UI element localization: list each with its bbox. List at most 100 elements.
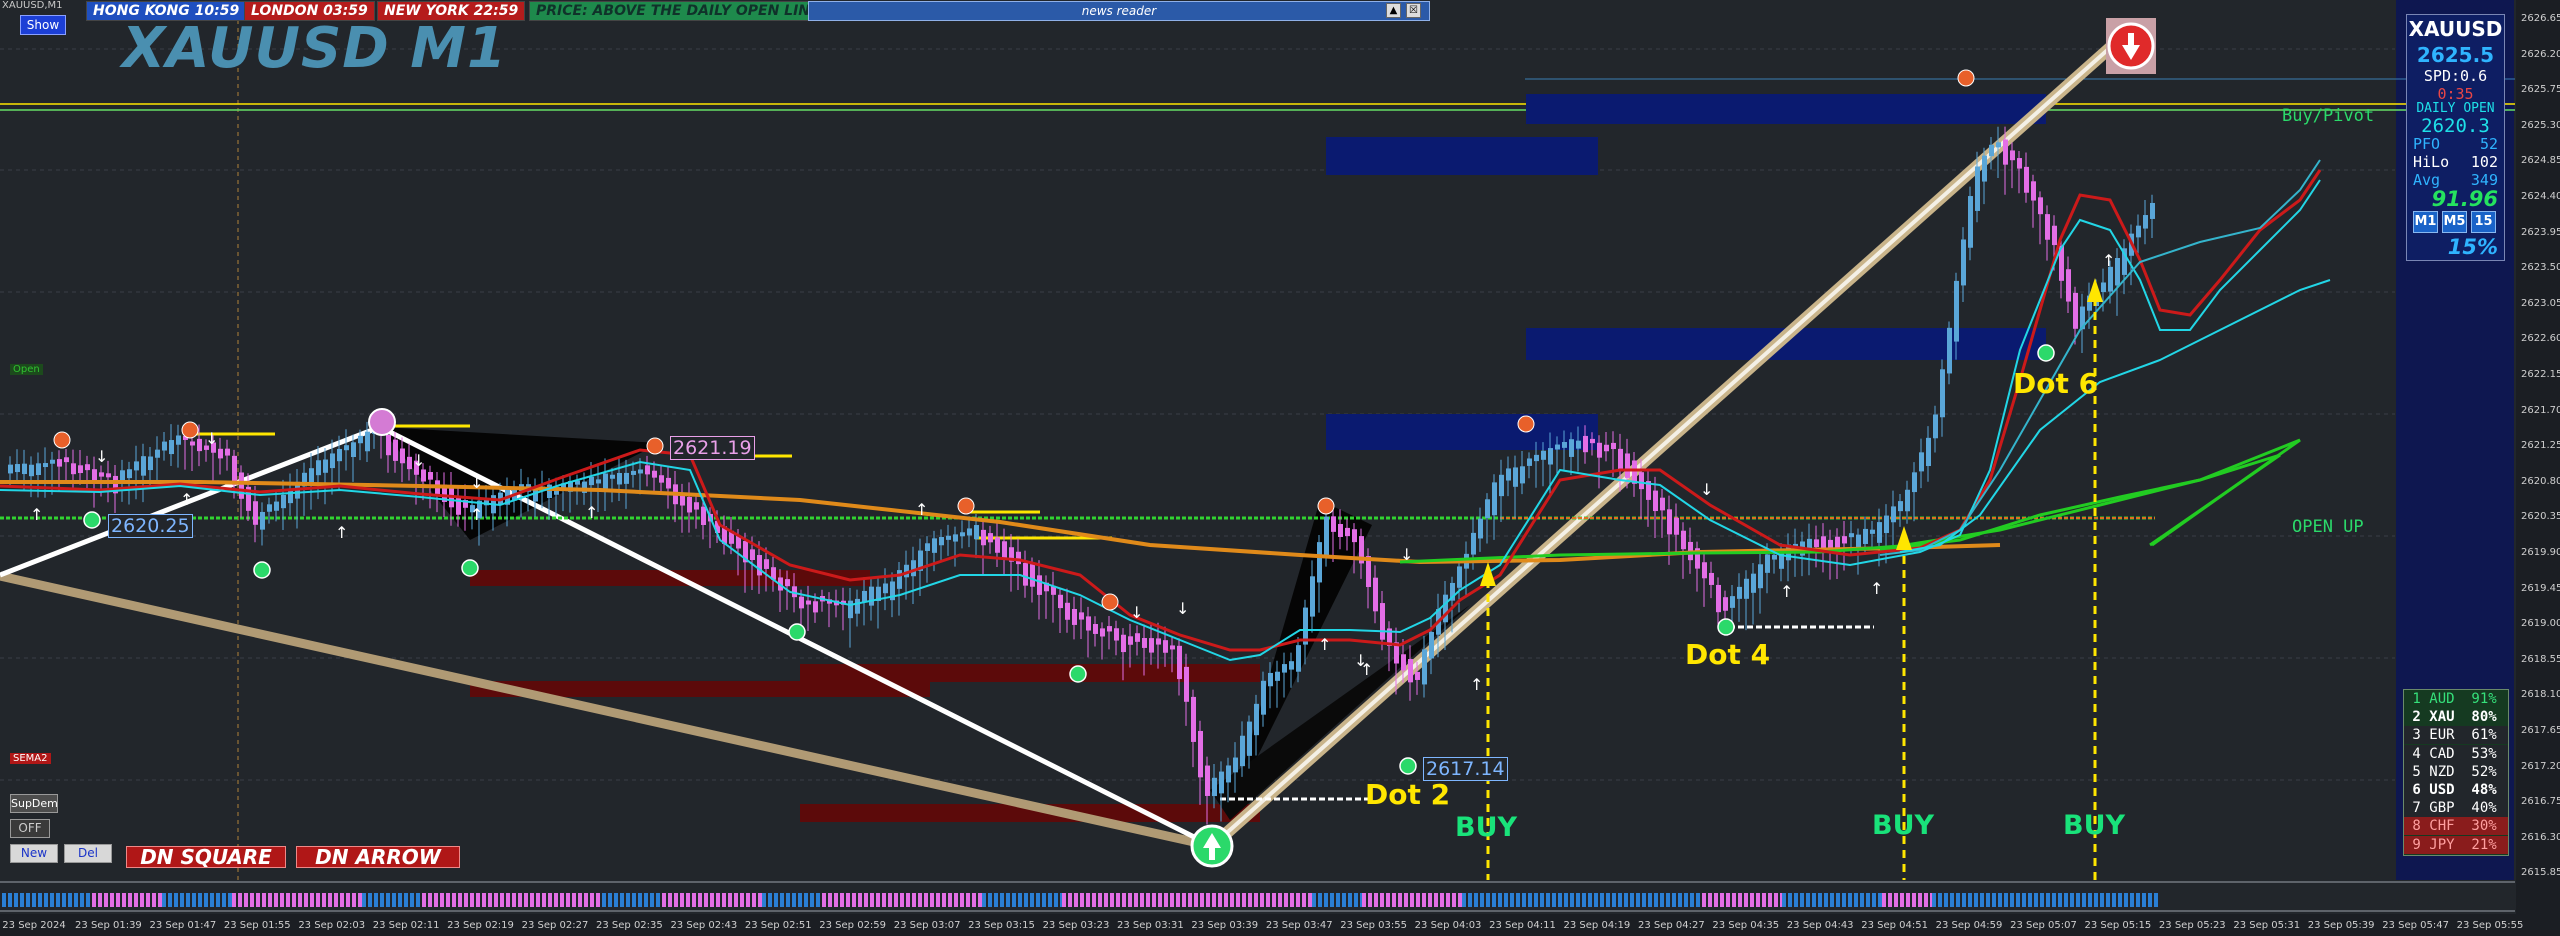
histogram-bar — [1062, 893, 1066, 907]
histogram-bar — [328, 893, 332, 907]
timeframe-m1-button[interactable]: M1 — [2413, 211, 2438, 233]
histogram-bar — [362, 893, 366, 907]
y-axis-tick: 2619.90 — [2521, 547, 2560, 558]
trend-line-tan — [0, 571, 1213, 851]
histogram-bar — [876, 893, 880, 907]
histogram-bar — [798, 893, 802, 907]
down-arrow-icon: ↓ — [95, 447, 108, 466]
dn-square-button[interactable]: DN SQUARE — [126, 846, 286, 868]
histogram-bar — [134, 893, 138, 907]
candle-body — [1135, 633, 1140, 642]
histogram-bar — [158, 893, 162, 907]
candle-body — [1261, 680, 1266, 715]
show-button[interactable]: Show — [20, 15, 66, 35]
supdem-button[interactable]: SupDem — [10, 794, 58, 813]
up-arrow-icon: ↑ — [335, 523, 348, 542]
timeframe-m15-button[interactable]: 15 — [2471, 211, 2496, 233]
candle-body — [659, 475, 664, 483]
x-axis-tick: 23 Sep 02:27 — [521, 920, 589, 931]
candle-body — [2038, 197, 2043, 215]
swing-high-dot — [646, 437, 664, 455]
histogram-bar — [340, 893, 344, 907]
histogram-bar — [1768, 893, 1772, 907]
histogram-bar — [668, 893, 672, 907]
candle-body — [1156, 638, 1161, 645]
chart-window[interactable]: ↓↓↓↓↓↓↓↓↓↓↑↑↑↑↑↑↑↑↑↑↑↑ XAUUSD,M1 Show HO… — [0, 0, 2560, 936]
candle-body — [1702, 562, 1707, 579]
histogram-bar — [1648, 893, 1652, 907]
histogram-bar — [298, 893, 302, 907]
candle-body — [1184, 666, 1189, 702]
histogram-bar — [1756, 893, 1760, 907]
histogram-bar — [1612, 893, 1616, 907]
histogram-bar — [1998, 893, 2002, 907]
candle-body — [603, 473, 608, 489]
candle-body — [1940, 369, 1945, 418]
candle-body — [1191, 696, 1196, 742]
histogram-bar — [2010, 893, 2014, 907]
currency-strength-row: 1 AUD 91% — [2404, 690, 2508, 708]
candle-body — [134, 461, 139, 471]
histogram-bar — [1636, 893, 1640, 907]
candle-body — [1667, 509, 1672, 535]
y-axis-tick: 2623.05 — [2521, 297, 2560, 309]
swing-high-dot — [1317, 497, 1335, 515]
candle-body — [1219, 771, 1224, 794]
x-axis-tick: 23 Sep 05:55 — [2456, 920, 2524, 931]
candle-body — [197, 438, 202, 452]
candle-body — [2024, 166, 2029, 193]
histogram-bar — [8, 893, 12, 907]
price-status-banner: PRICE: ABOVE THE DAILY OPEN LINE — [529, 1, 827, 21]
candle-body — [981, 529, 986, 546]
candle-body — [638, 469, 643, 474]
candle-body — [281, 494, 286, 509]
candle-body — [2150, 202, 2155, 219]
histogram-bar — [1312, 893, 1316, 907]
y-axis-tick: 2626.20 — [2521, 48, 2560, 60]
histogram-bar — [1086, 893, 1090, 907]
new-button[interactable]: New — [10, 844, 58, 863]
x-axis-tick: 23 Sep 02:03 — [298, 920, 366, 931]
histogram-bar — [1642, 893, 1646, 907]
off-toggle[interactable]: OFF — [10, 819, 50, 838]
histogram-bar — [358, 893, 362, 907]
collapse-icon[interactable]: ▲ — [1386, 3, 1401, 18]
y-axis-tick: 2625.75 — [2521, 84, 2560, 96]
histogram-bar — [774, 893, 778, 907]
candle-body — [897, 570, 902, 589]
candle-body — [1653, 490, 1658, 512]
currency-strength-row: 9 JPY 21% — [2404, 835, 2508, 854]
histogram-bar — [1750, 893, 1754, 907]
histogram-bar — [198, 893, 202, 907]
currency-strength-row: 5 NZD 52% — [2404, 762, 2508, 781]
x-axis-tick: 23 Sep 05:23 — [2158, 920, 2226, 931]
candle-body — [806, 600, 811, 605]
candle-body — [610, 474, 615, 479]
histogram-bar — [374, 893, 378, 907]
histogram-bar — [1474, 893, 1478, 907]
candle-body — [799, 596, 804, 609]
delete-button[interactable]: Del — [64, 844, 112, 863]
histogram-bar — [1206, 893, 1210, 907]
news-reader-bar[interactable]: news reader — [808, 1, 1430, 21]
down-arrow-icon: ↓ — [470, 473, 483, 492]
timeframe-m5-button[interactable]: M5 — [2442, 211, 2467, 233]
price-chart[interactable]: ↓↓↓↓↓↓↓↓↓↓↑↑↑↑↑↑↑↑↑↑↑↑ — [0, 0, 2560, 936]
close-icon[interactable]: ☒ — [1406, 3, 1421, 18]
histogram-bar — [1624, 893, 1628, 907]
histogram-bar — [368, 893, 372, 907]
candle-body — [1149, 638, 1154, 653]
x-axis-tick: 23 Sep 05:15 — [2084, 920, 2152, 931]
candle-body — [99, 472, 104, 477]
y-axis-tick: 2620.80 — [2521, 475, 2560, 487]
histogram-bar — [1092, 893, 1096, 907]
histogram-bar — [1054, 893, 1058, 907]
up-arrow-icon: ↑ — [2102, 251, 2115, 270]
dn-arrow-button[interactable]: DN ARROW — [296, 846, 460, 868]
histogram-bar — [256, 893, 260, 907]
candle-body — [2066, 269, 2071, 302]
x-axis-tick: 23 Sep 04:19 — [1563, 920, 1631, 931]
histogram-bar — [982, 893, 986, 907]
histogram-bar — [458, 893, 462, 907]
histogram-bar — [482, 893, 486, 907]
